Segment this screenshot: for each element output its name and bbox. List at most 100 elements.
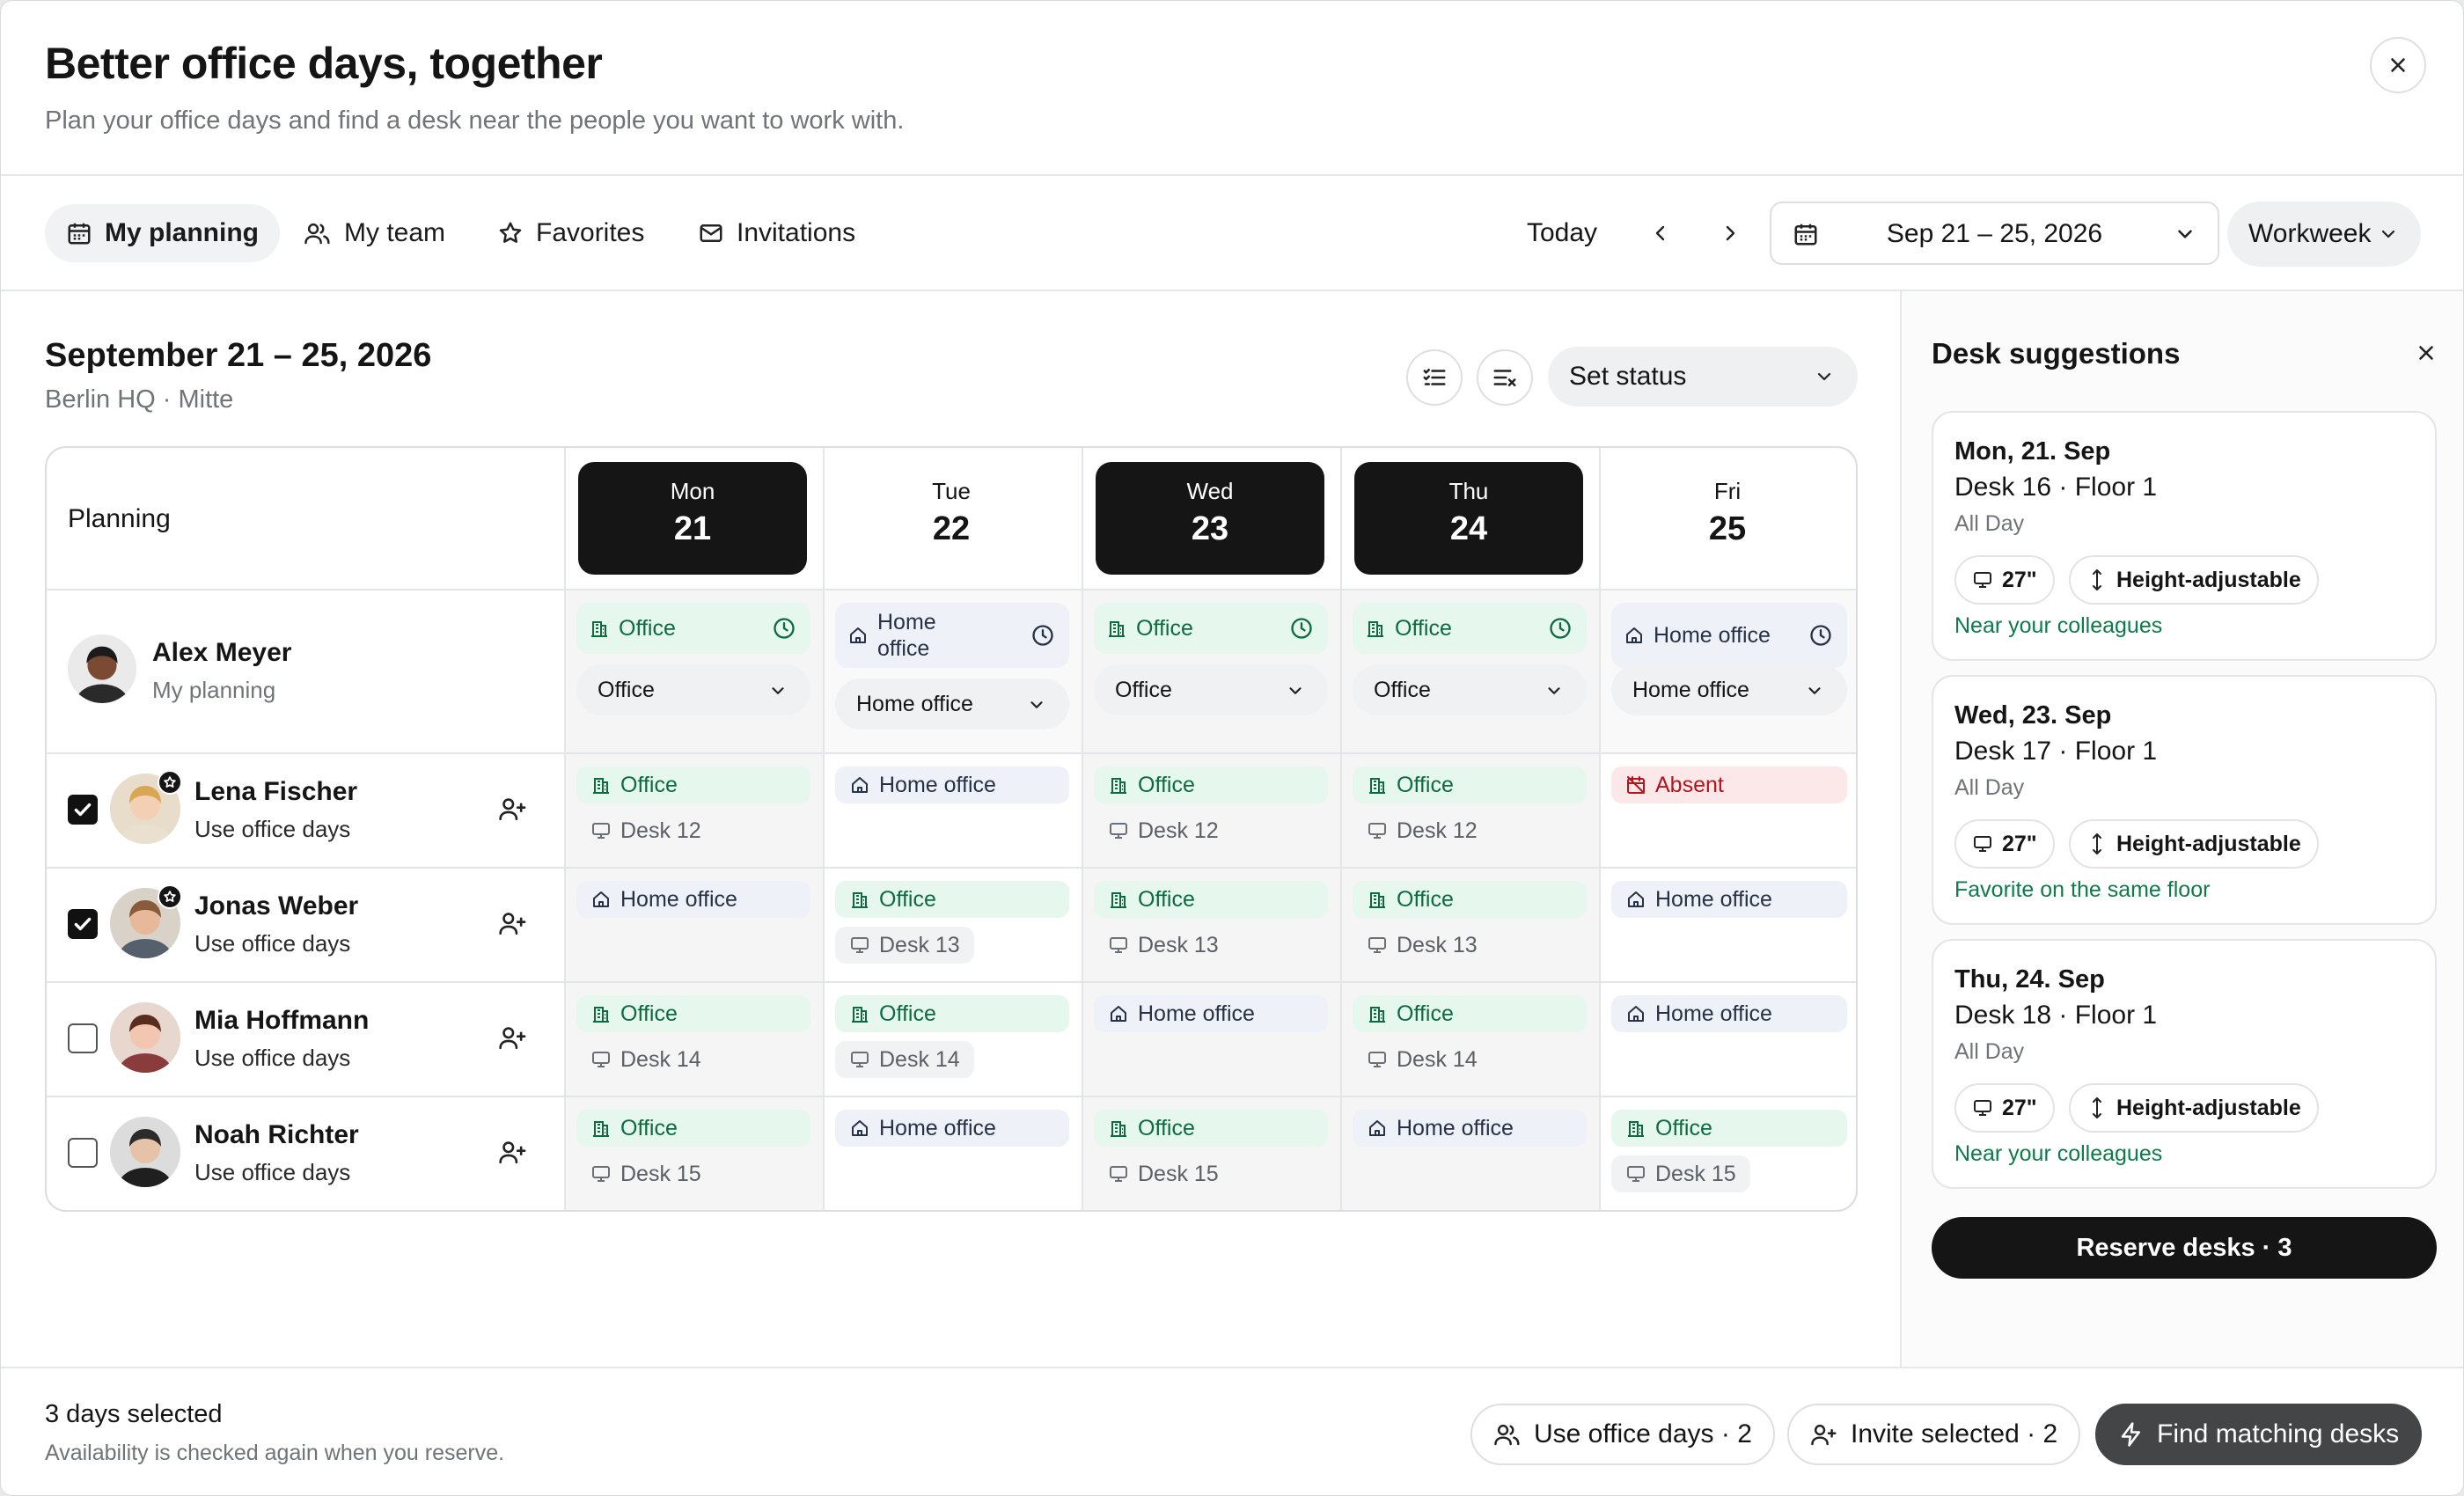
clock-icon[interactable] <box>1030 623 1055 648</box>
set-status-select[interactable]: Set status <box>1548 347 1858 407</box>
button-label: Invite selected · 2 <box>1851 1419 2058 1448</box>
dialog-subtitle: Plan your office days and find a desk ne… <box>45 106 905 135</box>
invite-selected-button[interactable]: Invite selected · 2 <box>1787 1404 2081 1465</box>
tab-label: My planning <box>105 218 259 247</box>
monitor-icon <box>1972 1097 1993 1118</box>
select-person-checkbox[interactable] <box>68 909 98 939</box>
view-select[interactable]: Workweek <box>2227 202 2421 267</box>
tab-invitations[interactable]: Invitations <box>677 204 876 262</box>
invite-person-button[interactable] <box>495 906 531 941</box>
status-chip[interactable]: Office <box>1353 603 1587 654</box>
status-label: Office <box>879 886 936 912</box>
select-all-days-button[interactable] <box>1406 349 1463 406</box>
monitor-icon <box>1367 1049 1388 1070</box>
status-chip: Office <box>835 995 1069 1032</box>
status-select[interactable]: Home office <box>835 678 1069 730</box>
person-name: Noah Richter <box>194 1120 359 1149</box>
building-icon <box>1365 618 1386 639</box>
status-chip[interactable]: Office <box>1094 603 1328 654</box>
status-label: Office <box>1397 772 1454 797</box>
invite-person-button[interactable] <box>495 791 531 826</box>
tab-favorites[interactable]: Favorites <box>476 204 665 262</box>
status-chip[interactable]: Office <box>576 603 810 654</box>
person-subtitle: Use office days <box>194 1045 351 1071</box>
desk-name: Desk 14 <box>620 1046 701 1072</box>
day-header-wed[interactable]: Wed 23 <box>1096 462 1324 575</box>
status-label: Home office <box>877 610 936 661</box>
height-arrows-icon <box>2086 832 2108 856</box>
building-icon <box>590 1003 612 1024</box>
tab-my-team[interactable]: My team <box>282 204 466 262</box>
desk-name: Desk 15 <box>1138 1161 1219 1186</box>
height-arrows-icon <box>2086 568 2108 592</box>
status-select[interactable]: Office <box>576 664 810 715</box>
invite-person-button[interactable] <box>495 1134 531 1170</box>
user-plus-icon <box>498 1023 528 1052</box>
clear-selection-button[interactable] <box>1477 349 1533 406</box>
desk-suggestion-card[interactable]: Thu, 24. Sep Desk 18 · Floor 1 All Day 27" H… <box>1932 939 2437 1189</box>
status-select[interactable]: Home office <box>1611 664 1847 715</box>
today-button[interactable]: Today <box>1527 218 1597 248</box>
date-range-picker[interactable]: Sep 21 – 25, 2026 <box>1770 202 2219 265</box>
use-office-days-button[interactable]: Use office days · 2 <box>1470 1404 1775 1465</box>
star-icon <box>163 890 177 904</box>
status-chip: Office <box>1353 995 1587 1032</box>
status-chip[interactable]: Home office <box>1611 603 1847 668</box>
status-label: Office <box>619 615 676 641</box>
favorite-star-badge <box>158 884 182 909</box>
day-header-mon[interactable]: Mon 21 <box>578 462 807 575</box>
status-select[interactable]: Office <box>1094 664 1328 715</box>
suggestion-date: Thu, 24. Sep <box>1954 965 2105 994</box>
suggestion-reason: Favorite on the same floor <box>1954 877 2211 902</box>
status-label: Home office <box>1397 1115 1514 1140</box>
invite-person-button[interactable] <box>495 1020 531 1055</box>
clock-icon[interactable] <box>1808 623 1833 648</box>
desk-suggestion-card[interactable]: Mon, 21. Sep Desk 16 · Floor 1 All Day 27" H… <box>1932 411 2437 661</box>
day-header-fri[interactable]: Fri 25 <box>1613 462 1842 575</box>
day-header-thu[interactable]: Thu 24 <box>1354 462 1583 575</box>
day-header-tue[interactable]: Tue 22 <box>837 462 1066 575</box>
status-chip: Home office <box>835 1110 1069 1147</box>
select-person-checkbox[interactable] <box>68 795 98 825</box>
home-icon <box>849 774 870 796</box>
chevron-left-icon <box>1650 223 1671 244</box>
tab-my-planning[interactable]: My planning <box>45 204 280 262</box>
status-select[interactable]: Office <box>1353 664 1587 715</box>
next-week-button[interactable] <box>1708 211 1752 255</box>
status-label: Home office <box>1138 1001 1255 1026</box>
reserve-desks-button[interactable]: Reserve desks · 3 <box>1932 1217 2437 1279</box>
office-days-dialog: Better office days, together Plan your o… <box>0 0 2464 1496</box>
star-icon <box>497 220 524 246</box>
select-person-checkbox[interactable] <box>68 1023 98 1053</box>
status-chip: Office <box>576 766 810 803</box>
suggestion-reason: Near your colleagues <box>1954 1141 2163 1166</box>
desk-name: Desk 12 <box>620 818 701 843</box>
select-person-checkbox[interactable] <box>68 1138 98 1168</box>
desk-suggestion-card[interactable]: Wed, 23. Sep Desk 17 · Floor 1 All Day 27" H… <box>1932 675 2437 925</box>
status-chip[interactable]: Home office <box>835 603 1069 668</box>
status-label: Office <box>620 1115 678 1140</box>
close-dialog-button[interactable] <box>2370 37 2426 93</box>
desk-label: Desk 14 <box>835 1041 974 1078</box>
clock-icon[interactable] <box>1548 616 1573 641</box>
feature-label: 27" <box>2002 831 2037 856</box>
building-icon <box>1625 1118 1646 1139</box>
status-chip: Absent <box>1611 766 1847 803</box>
status-label: Office <box>879 1001 936 1026</box>
status-chip: Home office <box>1094 995 1328 1032</box>
status-label: Absent <box>1655 772 1724 797</box>
find-matching-desks-button[interactable]: Find matching desks <box>2095 1404 2423 1465</box>
desk-name: Desk 12 <box>1138 818 1219 843</box>
clock-icon[interactable] <box>1289 616 1314 641</box>
status-chip: Home office <box>576 881 810 918</box>
previous-week-button[interactable] <box>1639 211 1683 255</box>
status-chip: Home office <box>1611 881 1847 918</box>
suggestion-time: All Day <box>1954 775 2025 800</box>
team-icon <box>304 220 332 246</box>
close-icon <box>2387 54 2409 77</box>
planning-column-label: Planning <box>68 504 171 533</box>
monitor-icon <box>1108 820 1129 841</box>
clock-icon[interactable] <box>772 616 796 641</box>
chevron-down-icon <box>2174 223 2196 246</box>
close-panel-button[interactable] <box>2405 332 2447 374</box>
